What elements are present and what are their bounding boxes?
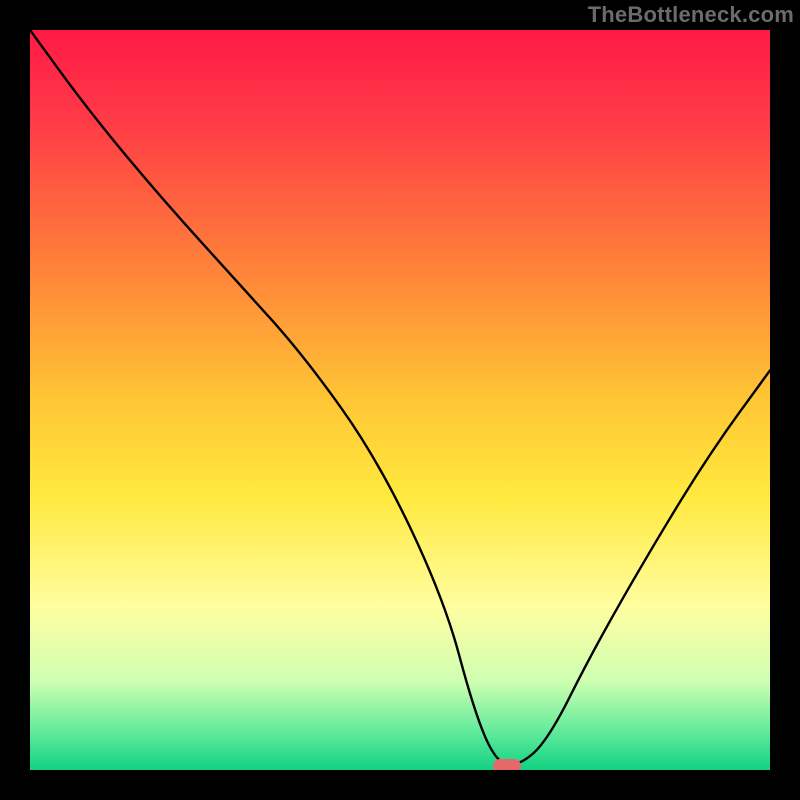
gradient-background: [30, 30, 770, 770]
figure-root: TheBottleneck.com: [0, 0, 800, 800]
watermark-text: TheBottleneck.com: [588, 2, 794, 28]
plot-area: [30, 30, 770, 770]
plot-svg: [30, 30, 770, 770]
